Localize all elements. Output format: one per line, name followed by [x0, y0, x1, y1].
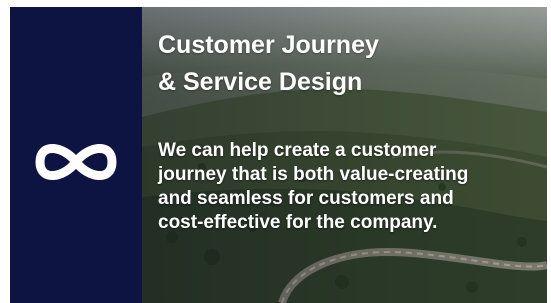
card-title-line: Customer Journey — [158, 31, 379, 59]
landscape-background-image: Customer Journey & Service Design We can… — [142, 7, 547, 303]
service-card[interactable]: Customer Journey & Service Design We can… — [10, 7, 547, 303]
infinity-icon — [35, 144, 117, 180]
card-description-line: We can help create a customer — [158, 140, 437, 161]
card-description-line: cost-effective for the company. — [158, 212, 438, 233]
card-title-line: & Service Design — [158, 68, 363, 96]
card-description: We can help create a customer journey th… — [158, 139, 468, 235]
card-sidebar — [10, 7, 142, 303]
card-title: Customer Journey & Service Design — [158, 27, 379, 101]
card-description-line: journey that is both value-creating — [158, 164, 469, 185]
card-description-line: and seamless for customers and — [158, 188, 454, 209]
